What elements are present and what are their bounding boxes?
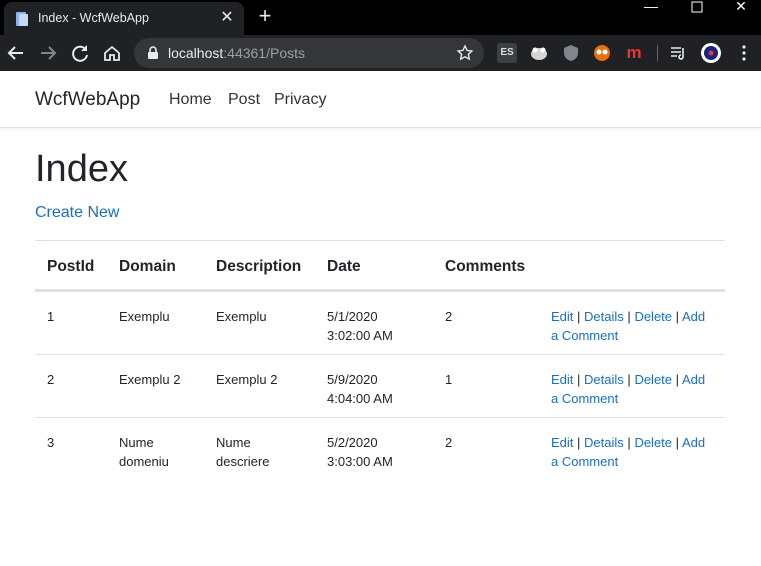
url-text[interactable]: localhost:44361/Posts — [168, 45, 305, 61]
close-tab-icon[interactable]: ✕ — [218, 9, 236, 27]
cell-date: 5/2/2020 3:03:00 AM — [327, 435, 393, 469]
posts-table: PostId Domain Description Date Comments … — [35, 240, 725, 480]
cell-description: Nume descriere — [216, 435, 270, 469]
delete-link[interactable]: Delete — [634, 435, 672, 450]
cell-comments: 1 — [445, 372, 453, 387]
cell-date: 5/1/2020 3:02:00 AM — [327, 309, 393, 343]
delete-link[interactable]: Delete — [634, 372, 672, 387]
back-arrow-icon[interactable] — [5, 42, 27, 64]
new-tab-icon[interactable]: + — [254, 5, 276, 28]
edit-link[interactable]: Edit — [551, 372, 573, 387]
site-navbar: WcfWebApp Home Post Privacy — [0, 71, 761, 128]
nav-link-home[interactable]: Home — [169, 91, 212, 109]
cell-comments: 2 — [445, 309, 453, 324]
lock-icon[interactable] — [146, 46, 160, 60]
browser-tab[interactable]: Index - WcfWebApp ✕ — [4, 2, 244, 35]
cell-actions: Edit | Details | Delete | Add a Comment — [551, 309, 706, 343]
page-icon — [16, 12, 28, 26]
menu-dots-icon[interactable] — [734, 43, 754, 63]
delete-link[interactable]: Delete — [634, 309, 672, 324]
table-row: 1 Exemplu Exemplu 5/1/2020 3:02:00 AM 2 E… — [35, 291, 725, 354]
extension-shield-icon[interactable] — [561, 43, 581, 63]
cell-domain: Exemplu 2 — [119, 372, 181, 387]
bookmark-star-icon[interactable] — [456, 44, 474, 62]
cell-domain: Exemplu — [119, 309, 170, 324]
tab-title: Index - WcfWebApp — [38, 11, 149, 25]
cell-description: Exemplu 2 — [216, 372, 278, 387]
home-icon[interactable] — [101, 42, 123, 64]
details-link[interactable]: Details — [584, 372, 624, 387]
table-row: 2 Exemplu 2 Exemplu 2 5/9/2020 4:04:00 AM… — [35, 354, 725, 417]
cell-date: 5/9/2020 4:04:00 AM — [327, 372, 393, 406]
brand-link[interactable]: WcfWebApp — [35, 89, 140, 111]
cell-actions: Edit | Details | Delete | Add a Comment — [551, 372, 706, 406]
edit-link[interactable]: Edit — [551, 309, 573, 324]
table-header-row: PostId Domain Description Date Comments — [35, 240, 725, 291]
cell-description: Exemplu — [216, 309, 267, 324]
cell-actions: Edit | Details | Delete | Add a Comment — [551, 435, 706, 469]
cell-postid: 2 — [47, 372, 55, 387]
column-header-postid: PostId — [47, 258, 95, 275]
table-row: 3 Nume domeniu Nume descriere 5/2/2020 3:… — [35, 417, 725, 480]
address-bar[interactable]: localhost:44361/Posts — [134, 38, 484, 68]
column-header-date: Date — [327, 258, 361, 275]
extension-es-icon[interactable]: ES — [497, 43, 517, 63]
media-queue-icon[interactable] — [668, 43, 688, 63]
extension-m-icon[interactable]: m — [624, 43, 644, 63]
cell-postid: 1 — [47, 309, 55, 324]
page-title: Index — [35, 148, 128, 190]
cell-domain: Nume domeniu — [119, 435, 169, 469]
details-link[interactable]: Details — [584, 309, 624, 324]
close-window-icon[interactable]: ✕ — [718, 0, 761, 32]
column-header-domain: Domain — [119, 258, 176, 275]
extension-frog-icon[interactable] — [529, 43, 549, 63]
forward-arrow-icon[interactable] — [37, 42, 59, 64]
column-header-comments: Comments — [445, 258, 526, 275]
maximize-icon[interactable] — [674, 0, 720, 32]
column-header-description: Description — [216, 258, 302, 275]
edit-link[interactable]: Edit — [551, 435, 573, 450]
browser-toolbar: localhost:44361/Posts ES m — [0, 35, 761, 71]
extension-owl-icon[interactable] — [592, 43, 612, 63]
nav-link-post[interactable]: Post — [228, 91, 260, 109]
details-link[interactable]: Details — [584, 435, 624, 450]
tab-strip: Index - WcfWebApp ✕ + — ✕ — [0, 0, 761, 35]
nav-link-privacy[interactable]: Privacy — [274, 91, 326, 109]
create-new-link[interactable]: Create New — [35, 204, 119, 222]
profile-avatar-icon[interactable] — [700, 42, 722, 64]
cell-comments: 2 — [445, 435, 453, 450]
minimize-icon[interactable]: — — [628, 0, 674, 32]
cell-postid: 3 — [47, 435, 55, 450]
toolbar-divider — [657, 45, 658, 61]
reload-icon[interactable] — [69, 42, 91, 64]
